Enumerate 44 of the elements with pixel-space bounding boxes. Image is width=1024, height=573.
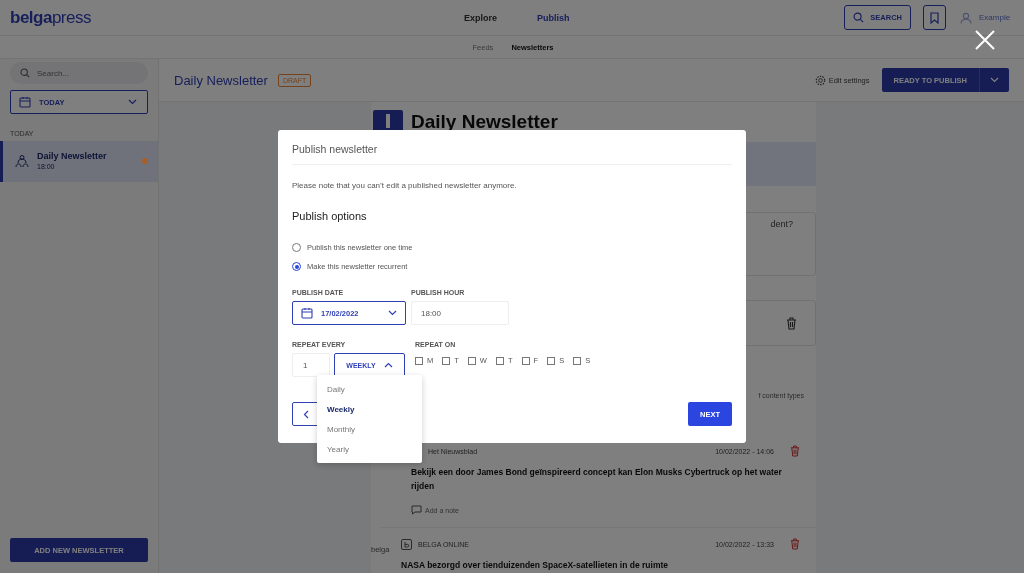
search-icon [853,12,865,23]
close-icon[interactable] [975,30,995,50]
checkbox[interactable] [547,356,556,365]
checkbox[interactable] [442,356,451,365]
search-icon [20,68,30,78]
belgapress-logo[interactable]: belgapress [10,7,91,28]
checkbox[interactable] [467,356,476,365]
chevron-left-icon [303,409,309,419]
dialog-note: Please note that you can’t edit a published newsletter anymore. [292,181,518,190]
checkbox[interactable] [573,356,582,365]
article-title[interactable]: Bekijk een door James Bond geïnspireerd concept kan Elon Musks Cybertruck op het water rijden [411,465,800,494]
chevron-down-icon [388,310,397,316]
calendar-icon [19,96,31,108]
chevron-icon [383,362,393,368]
people-icon [15,153,29,168]
dialog-title: Publish newsletter [292,141,732,165]
user-name[interactable]: Example [979,13,1011,22]
checkbox[interactable] [415,356,423,365]
checkbox[interactable] [495,356,504,365]
comment-icon [411,505,422,516]
settings-icon [814,74,826,86]
trash-icon[interactable] [790,538,800,551]
menu-option[interactable]: Yearly [317,440,422,460]
hour-field[interactable]: 18:00 [411,301,509,325]
section-heading: Publish options [292,210,368,222]
bookmark-button[interactable] [923,5,946,30]
nav-link[interactable]: Explore [464,12,497,23]
bookmark-icon [930,11,939,24]
trash-icon[interactable] [790,445,800,457]
menu-option[interactable]: Weekly [317,400,422,420]
article-title[interactable]: NASA bezorgd over tienduizenden SpaceX-satellieten in de ruimte [401,558,800,573]
trash-icon[interactable] [786,316,797,330]
source-icon [401,538,412,550]
question-text: dent? [770,219,793,231]
checkbox[interactable] [521,356,530,365]
newsletter-title: Daily Newsletter [37,151,108,161]
newsletter-heading: Daily Newsletter [411,111,558,133]
nav-link[interactable]: Publish [537,12,570,23]
newsletter-title: Daily Newsletter [174,72,268,88]
menu-option[interactable]: Monthly [317,420,422,440]
calendar-icon [301,307,313,319]
chevron-down-icon [990,77,999,83]
menu-option[interactable]: Daily [317,380,422,400]
chevron-down-icon [128,99,137,105]
